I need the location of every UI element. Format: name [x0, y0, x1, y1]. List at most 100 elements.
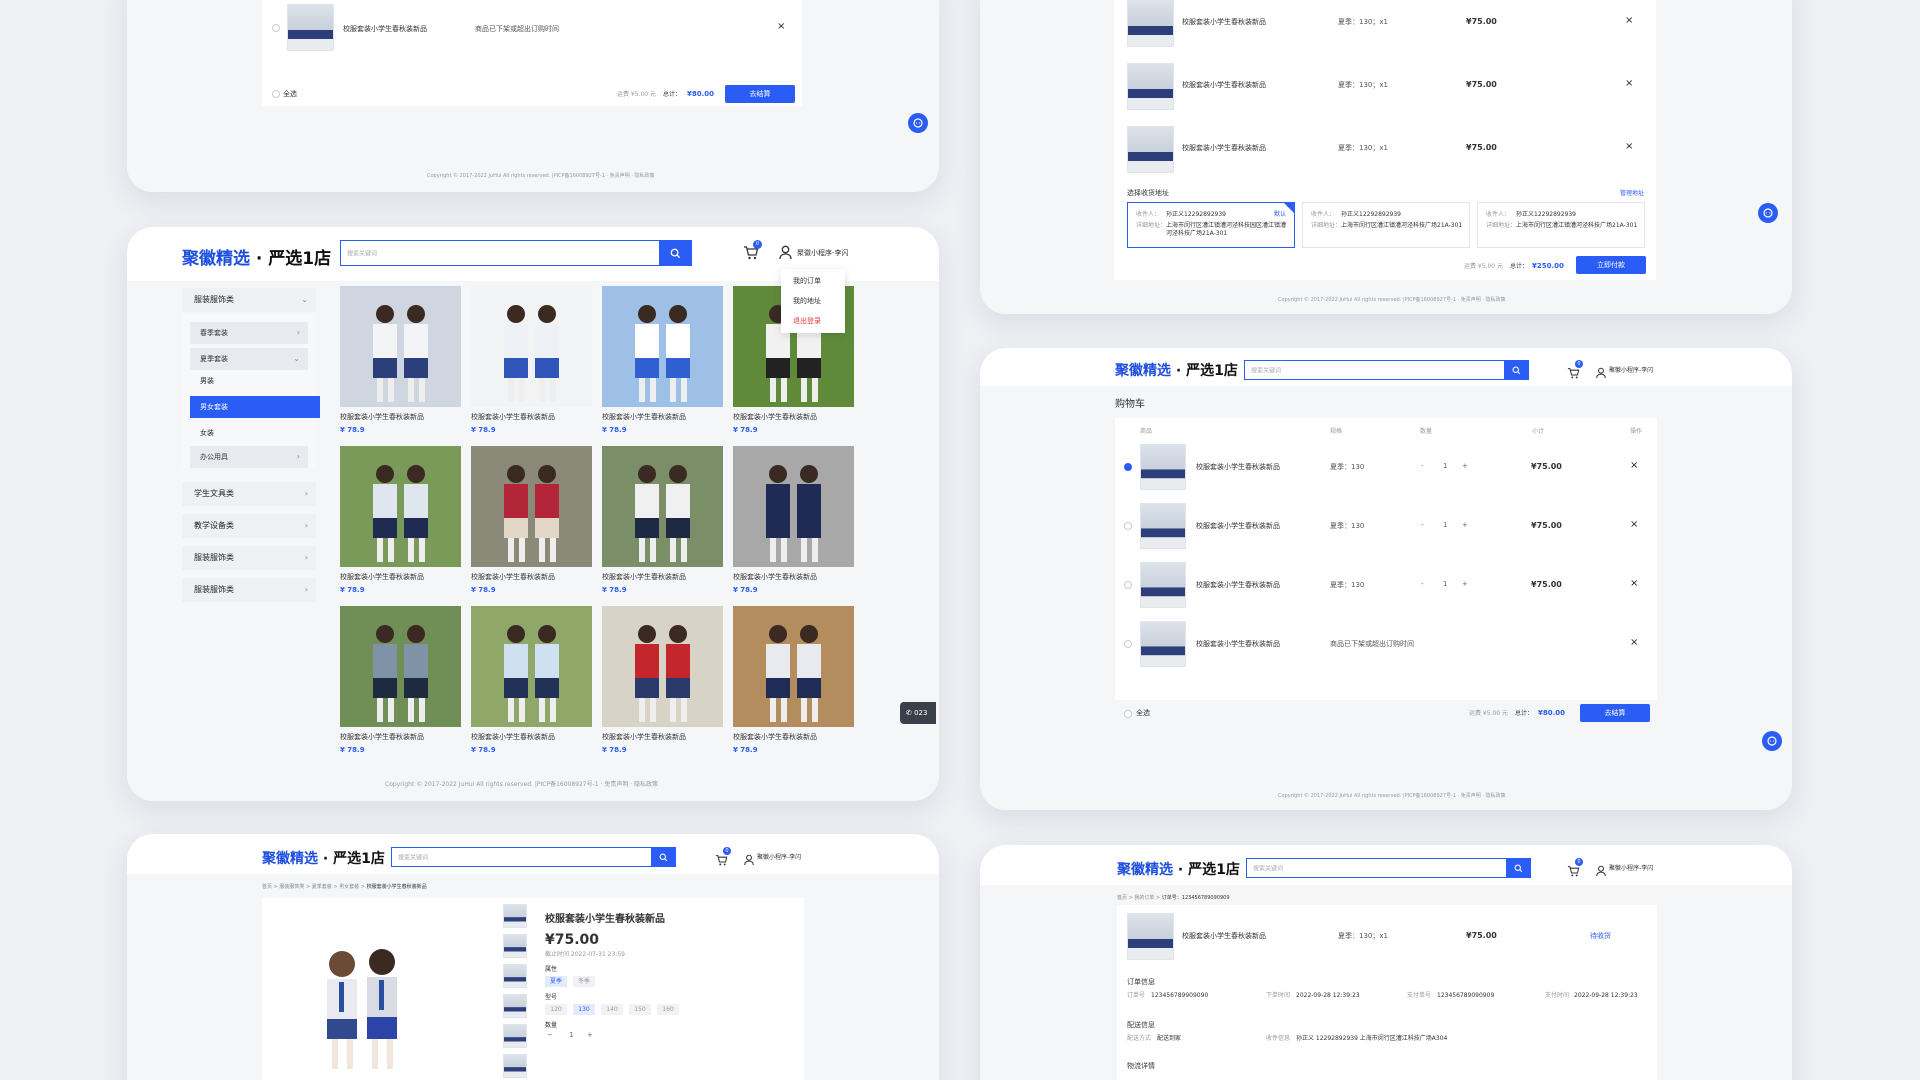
- remove-item-icon[interactable]: ×: [1625, 78, 1633, 89]
- search-button[interactable]: [659, 241, 691, 265]
- search-bar[interactable]: 搜索关键词: [340, 240, 692, 266]
- season-option-summer[interactable]: 夏季: [545, 976, 567, 987]
- product-card[interactable]: 校服套装小学生春秋装新品 ¥ 78.9: [602, 446, 723, 601]
- search-input[interactable]: 搜索关键词: [398, 853, 428, 862]
- category-apparel-3[interactable]: 服装服饰类 ›: [182, 578, 316, 602]
- gallery-thumb[interactable]: [503, 1024, 527, 1048]
- qty-minus-button[interactable]: -: [1421, 580, 1424, 588]
- address-card-selected[interactable]: 收件人： 孙正义12292892939 默认 详细地址： 上海市闵行区漕江镇漕河…: [1127, 202, 1295, 248]
- product-name[interactable]: 校服套装小学生春秋装新品: [1196, 463, 1280, 471]
- breadcrumb-item[interactable]: 首页: [1117, 895, 1127, 901]
- gallery-thumb[interactable]: [503, 1054, 527, 1078]
- size-option[interactable]: 140: [601, 1004, 623, 1015]
- search-button[interactable]: [1504, 361, 1528, 379]
- category-spring[interactable]: 春季套装 ›: [190, 322, 308, 344]
- address-card[interactable]: 收件人： 孙正义12292892939 详细地址： 上海市闵行区漕江镇漕河泾科技…: [1302, 202, 1470, 248]
- qty-value[interactable]: 1: [569, 1031, 573, 1039]
- select-all-checkbox[interactable]: [1124, 710, 1132, 718]
- remove-item-icon[interactable]: ×: [1630, 578, 1638, 589]
- user-name[interactable]: 聚徽小程序-李闪: [1609, 367, 1653, 374]
- product-name[interactable]: 校服套装小学生春秋装新品: [733, 573, 817, 581]
- select-all-checkbox[interactable]: [272, 90, 280, 98]
- manage-address-link[interactable]: 管理地址: [1620, 190, 1644, 197]
- breadcrumb-item[interactable]: 男女套装: [339, 884, 359, 890]
- cart-icon[interactable]: 0: [1567, 360, 1583, 383]
- product-card[interactable]: 校服套装小学生春秋装新品 ¥ 78.9: [471, 446, 592, 601]
- product-card[interactable]: 校服套装小学生春秋装新品 ¥ 78.9: [471, 286, 592, 441]
- product-card[interactable]: 校服套装小学生春秋装新品 ¥ 78.9: [340, 446, 461, 601]
- product-image[interactable]: [471, 606, 592, 727]
- category-teaching[interactable]: 教学设备类 ›: [182, 514, 316, 538]
- product-name[interactable]: 校服套装小学生春秋装新品: [1196, 640, 1280, 648]
- category-unisex-selected[interactable]: 男女套装: [190, 396, 320, 418]
- cart-icon[interactable]: 0: [743, 240, 762, 264]
- size-option[interactable]: 150: [629, 1004, 651, 1015]
- product-image[interactable]: [602, 446, 723, 567]
- user-icon[interactable]: [1596, 364, 1606, 383]
- size-option[interactable]: 160: [657, 1004, 679, 1015]
- remove-item-icon[interactable]: ×: [1630, 637, 1638, 648]
- category-apparel[interactable]: 服装服饰类 ⌄: [182, 288, 316, 312]
- product-image[interactable]: [602, 286, 723, 407]
- product-card[interactable]: 校服套装小学生春秋装新品 ¥ 78.9: [602, 286, 723, 441]
- search-button[interactable]: [1506, 859, 1530, 877]
- product-name[interactable]: 校服套装小学生春秋装新品: [602, 733, 686, 741]
- row-checkbox[interactable]: [1124, 581, 1132, 589]
- remove-item-icon[interactable]: ×: [1625, 141, 1633, 152]
- product-name[interactable]: 校服套装小学生春秋装新品: [343, 25, 427, 33]
- product-name[interactable]: 校服套装小学生春秋装新品: [1182, 932, 1266, 940]
- qty-plus-button[interactable]: +: [1462, 462, 1468, 470]
- product-image[interactable]: [602, 606, 723, 727]
- checkout-button[interactable]: 去结算: [1580, 704, 1650, 722]
- brand-logo[interactable]: 聚徽精选 · 严选1店: [1117, 859, 1240, 879]
- row-checkbox[interactable]: [1124, 640, 1132, 648]
- product-name[interactable]: 校服套装小学生春秋装新品: [602, 413, 686, 421]
- product-name[interactable]: 校服套装小学生春秋装新品: [733, 733, 817, 741]
- product-image[interactable]: [733, 606, 854, 727]
- category-women[interactable]: 女装: [200, 428, 214, 438]
- product-name[interactable]: 校服套装小学生春秋装新品: [471, 413, 555, 421]
- product-name[interactable]: 校服套装小学生春秋装新品: [471, 733, 555, 741]
- gallery-thumb[interactable]: [503, 964, 527, 988]
- qty-minus-button[interactable]: -: [1421, 521, 1424, 529]
- search-input[interactable]: 搜索关键词: [1253, 864, 1283, 873]
- product-name[interactable]: 校服套装小学生春秋装新品: [1196, 581, 1280, 589]
- product-image[interactable]: [340, 606, 461, 727]
- size-option[interactable]: 120: [545, 1004, 567, 1015]
- breadcrumb-item[interactable]: 服装服饰类: [279, 884, 304, 890]
- product-image[interactable]: [340, 286, 461, 407]
- remove-item-icon[interactable]: ×: [1630, 519, 1638, 530]
- breadcrumb-item[interactable]: 首页: [262, 884, 272, 890]
- category-stationery[interactable]: 学生文具类 ›: [182, 482, 316, 506]
- product-image[interactable]: [471, 446, 592, 567]
- address-card[interactable]: 收件人： 孙正义12292892939 详细地址： 上海市闵行区漕江镇漕河泾科技…: [1477, 202, 1645, 248]
- brand-logo[interactable]: 聚徽精选 · 严选1店: [1115, 360, 1238, 380]
- row-checkbox[interactable]: [272, 24, 280, 32]
- chat-icon[interactable]: [908, 113, 928, 133]
- product-name[interactable]: 校服套装小学生春秋装新品: [340, 733, 424, 741]
- brand-logo[interactable]: 聚徽精选 · 严选1店: [182, 244, 331, 269]
- user-name[interactable]: 聚徽小程序-李闪: [757, 854, 801, 861]
- product-card[interactable]: 校服套装小学生春秋装新品 ¥ 78.9: [733, 446, 854, 601]
- product-name[interactable]: 校服套装小学生春秋装新品: [1182, 144, 1266, 152]
- qty-minus-button[interactable]: −: [547, 1031, 553, 1039]
- qty-minus-button[interactable]: -: [1421, 462, 1424, 470]
- product-name[interactable]: 校服套装小学生春秋装新品: [471, 573, 555, 581]
- product-card[interactable]: 校服套装小学生春秋装新品 ¥ 78.9: [602, 606, 723, 761]
- search-bar[interactable]: 搜索关键词: [1244, 360, 1529, 380]
- product-name[interactable]: 校服套装小学生春秋装新品: [733, 413, 817, 421]
- category-men[interactable]: 男装: [200, 376, 214, 386]
- row-checkbox[interactable]: [1124, 463, 1132, 471]
- gallery-thumb[interactable]: [503, 904, 527, 928]
- cart-icon[interactable]: 0: [1567, 858, 1583, 881]
- qty-plus-button[interactable]: +: [587, 1031, 593, 1039]
- product-card[interactable]: 校服套装小学生春秋装新品 ¥ 78.9: [340, 286, 461, 441]
- menu-logout[interactable]: 退出登录: [793, 317, 821, 325]
- search-input[interactable]: 搜索关键词: [347, 249, 377, 258]
- category-office[interactable]: 办公用具 ›: [190, 446, 308, 468]
- product-image[interactable]: [733, 446, 854, 567]
- phone-float-button[interactable]: ✆ 023: [900, 702, 936, 724]
- search-bar[interactable]: 搜索关键词: [391, 847, 676, 867]
- gallery-thumb[interactable]: [503, 994, 527, 1018]
- product-card[interactable]: 校服套装小学生春秋装新品 ¥ 78.9: [471, 606, 592, 761]
